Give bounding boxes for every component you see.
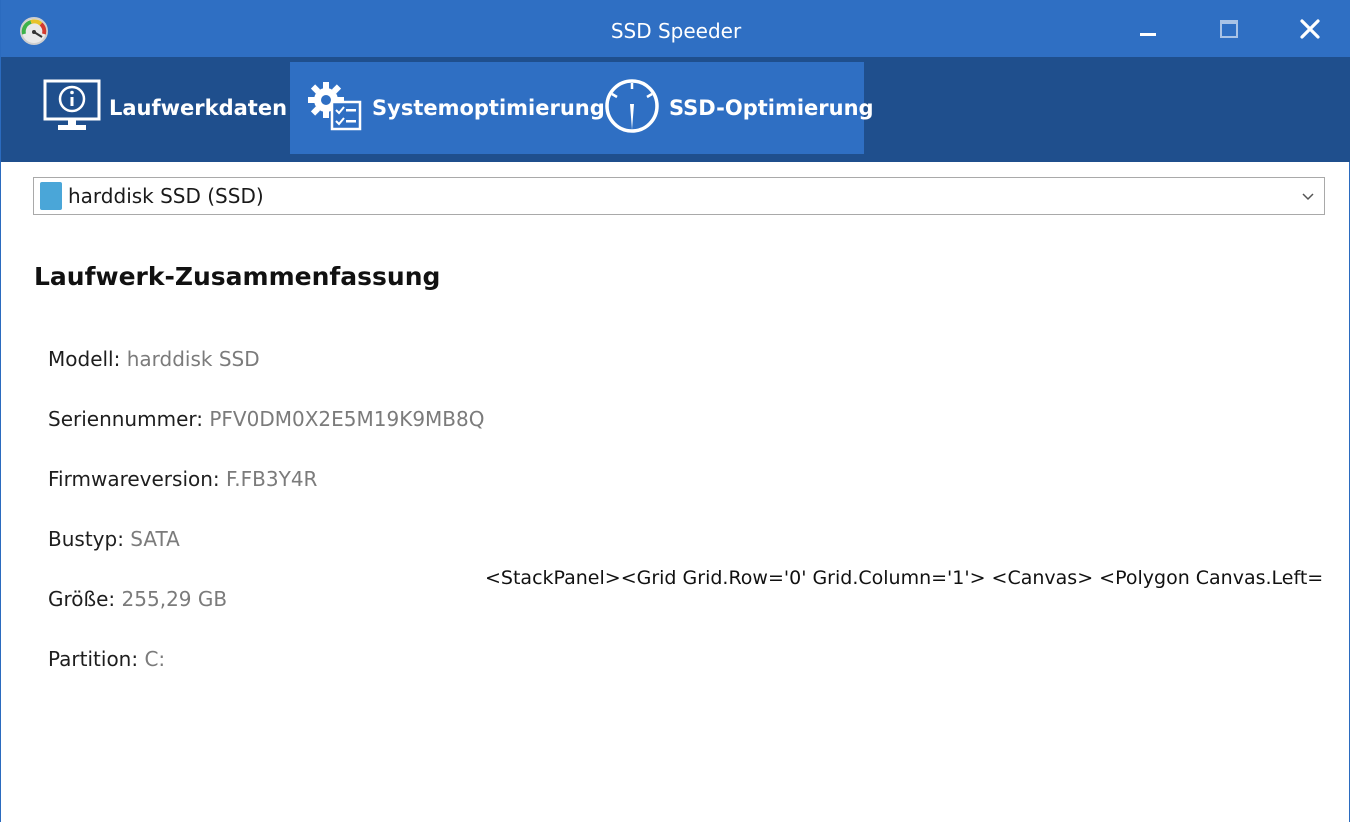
info-value: F.FB3Y4R (226, 467, 318, 491)
maximize-icon (1219, 19, 1239, 44)
info-row-firmwareversion: Firmwareversion: F.FB3Y4R (48, 467, 317, 491)
maximize-button[interactable] (1207, 12, 1251, 50)
drive-select[interactable]: harddisk SSD (SSD) (33, 177, 1325, 215)
info-label: Größe: (48, 587, 116, 611)
info-label: Modell: (48, 347, 121, 371)
info-label: Firmwareversion: (48, 467, 220, 491)
minimize-icon (1138, 19, 1158, 44)
gauge-icon (603, 78, 661, 139)
tab-systemoptimierung[interactable]: Systemoptimierung (306, 62, 605, 154)
drive-select-value: harddisk SSD (SSD) (68, 184, 264, 208)
info-value: SATA (130, 527, 180, 551)
tab-laufwerkdaten[interactable]: Laufwerkdaten (43, 62, 287, 154)
gear-checklist-icon (306, 80, 364, 137)
tab-label-ssd-optimierung: SSD-Optimierung (669, 96, 874, 120)
info-row-partition: Partition: C: (48, 647, 165, 671)
title-bar: SSD Speeder (1, 0, 1350, 62)
info-value: C: (144, 647, 166, 671)
tab-label-systemoptimierung: Systemoptimierung (372, 96, 605, 120)
info-label: Bustyp: (48, 527, 124, 551)
raw-markup-text: <StackPanel><Grid Grid.Row='0' Grid.Colu… (485, 567, 1325, 589)
info-row-bustyp: Bustyp: SATA (48, 527, 180, 551)
navigation-bar: Laufwerkdaten Systemoptimierung SSD-Opti… (1, 57, 1350, 162)
tab-label-laufwerkdaten: Laufwerkdaten (109, 96, 288, 120)
drive-icon (40, 182, 62, 210)
minimize-button[interactable] (1126, 12, 1170, 50)
close-button[interactable] (1288, 12, 1332, 50)
info-value: harddisk SSD (126, 347, 260, 371)
info-label: Seriennummer: (48, 407, 203, 431)
info-row-groesse: Größe: 255,29 GB (48, 587, 227, 611)
app-window: SSD Speeder Laufwerkdaten Systemoptimier… (0, 0, 1350, 822)
info-value: PFV0DM0X2E5M19K9MB8Q (209, 407, 485, 431)
tab-ssd-optimierung[interactable]: SSD-Optimierung (603, 62, 874, 154)
section-title: Laufwerk-Zusammenfassung (34, 262, 441, 291)
info-value: 255,29 GB (121, 587, 228, 611)
chevron-down-icon (1300, 188, 1316, 209)
info-row-seriennummer: Seriennummer: PFV0DM0X2E5M19K9MB8Q (48, 407, 485, 431)
close-icon (1299, 18, 1321, 45)
info-label: Partition: (48, 647, 139, 671)
info-row-modell: Modell: harddisk SSD (48, 347, 260, 371)
monitor-info-icon (43, 79, 101, 138)
